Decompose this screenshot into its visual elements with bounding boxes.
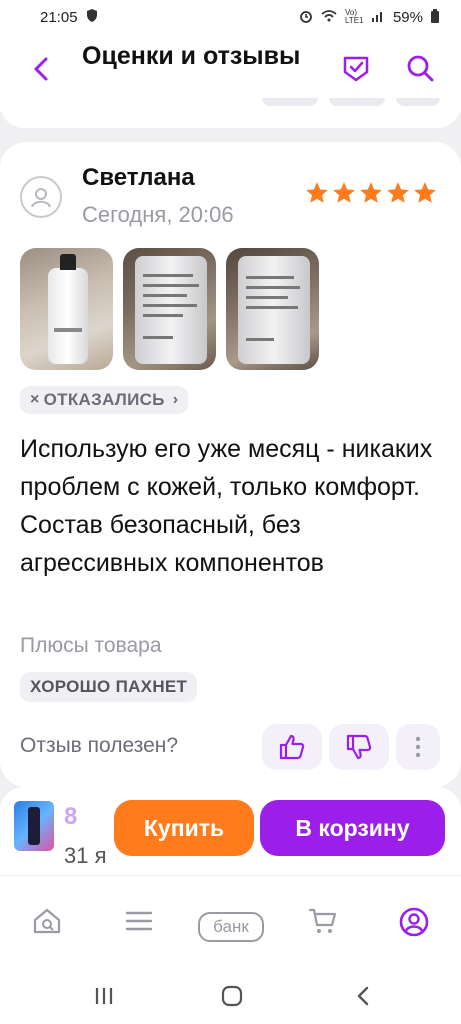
- review-author: Светлана: [82, 164, 195, 191]
- menu-icon: [125, 911, 153, 931]
- page-title: Оценки и отзывы: [82, 42, 301, 70]
- review-photo[interactable]: [123, 248, 216, 370]
- previous-review-card: [0, 98, 461, 128]
- dislike-button[interactable]: [329, 724, 389, 770]
- system-navigation-bar: [0, 970, 461, 1024]
- rating-stars: [304, 180, 438, 206]
- thumbs-down-icon: [346, 734, 372, 760]
- review-date: Сегодня, 20:06: [82, 202, 234, 227]
- system-back-icon[interactable]: [352, 984, 378, 1014]
- star-icon: [385, 180, 411, 206]
- tab-bank[interactable]: банк: [198, 912, 264, 942]
- star-icon: [304, 180, 330, 206]
- vote-pill: [396, 98, 440, 106]
- status-bar: 21:05 Vo) LTE1 59%: [0, 0, 461, 34]
- wifi-icon: [321, 9, 337, 25]
- avatar: [20, 176, 62, 218]
- user-icon: [31, 188, 51, 208]
- cart-icon: [308, 908, 337, 933]
- refused-status-tag[interactable]: × ОТКАЗАЛИСЬ ›: [20, 386, 189, 414]
- like-button[interactable]: [262, 724, 322, 770]
- alarm-icon: [299, 9, 313, 26]
- recent-apps-icon[interactable]: [92, 984, 116, 1013]
- back-icon[interactable]: [28, 54, 54, 84]
- signal-icon: [371, 10, 385, 25]
- star-icon: [412, 180, 438, 206]
- shield-icon: [86, 9, 98, 25]
- review-photo[interactable]: [226, 248, 319, 370]
- chevron-right-icon: ›: [172, 391, 179, 408]
- close-icon: ×: [30, 391, 40, 408]
- tab-cart[interactable]: [308, 906, 338, 941]
- vote-pill: [262, 98, 318, 106]
- star-icon: [331, 180, 357, 206]
- delivery-date: 31 я: [64, 843, 107, 868]
- buy-button[interactable]: Купить: [114, 800, 254, 856]
- battery-icon: [431, 8, 439, 26]
- search-icon[interactable]: [404, 52, 436, 84]
- review-photos: [20, 248, 319, 370]
- network-label: Vo) LTE1: [344, 8, 364, 25]
- tab-home-search[interactable]: [32, 906, 62, 941]
- more-options-button[interactable]: [396, 724, 440, 770]
- pros-label: Плюсы товара: [20, 634, 162, 657]
- verified-filter-icon[interactable]: [340, 52, 372, 84]
- status-tag-label: ОТКАЗАЛИСЬ: [43, 390, 165, 409]
- more-vertical-icon: [415, 736, 421, 758]
- battery-percent: 59%: [392, 8, 423, 26]
- tab-profile[interactable]: [398, 906, 430, 943]
- review-card: Светлана Сегодня, 20:06 × ОТКАЗАЛИСЬ › И…: [0, 142, 461, 787]
- home-search-icon: [33, 908, 61, 934]
- product-thumbnail[interactable]: [14, 801, 54, 851]
- star-icon: [358, 180, 384, 206]
- pros-tag: ХОРОШО ПАХНЕТ: [20, 672, 198, 702]
- product-price: 8: [64, 803, 78, 830]
- home-icon[interactable]: [220, 984, 244, 1013]
- review-text: Использую его уже месяц - никаких пробле…: [20, 435, 433, 577]
- vote-pill: [329, 98, 385, 106]
- add-to-cart-button[interactable]: В корзину: [260, 800, 445, 856]
- useful-question: Отзыв полезен?: [20, 734, 179, 757]
- bottom-tab-bar: банк: [0, 875, 461, 970]
- tab-catalog[interactable]: [124, 906, 154, 941]
- review-photo[interactable]: [20, 248, 113, 370]
- status-time: 21:05: [40, 8, 78, 26]
- profile-icon: [399, 907, 429, 937]
- thumbs-up-icon: [279, 734, 305, 760]
